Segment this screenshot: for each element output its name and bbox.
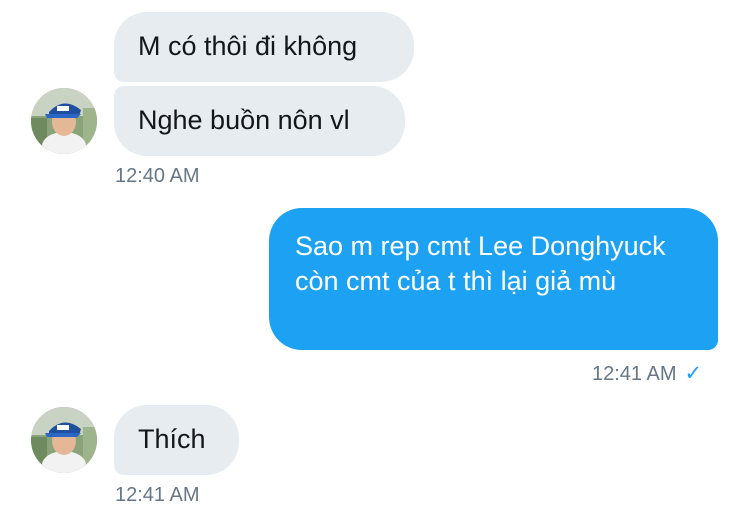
- incoming-message-bubble[interactable]: Thích: [114, 405, 239, 475]
- avatar-photo: [31, 88, 97, 154]
- conversation-view: M có thôi đi không Nghe buồn nôn vl 12:4…: [0, 0, 750, 512]
- sender-avatar[interactable]: [31, 88, 97, 154]
- avatar-photo: [31, 407, 97, 473]
- incoming-message-bubble[interactable]: M có thôi đi không: [114, 12, 414, 82]
- message-timestamp: 12:41 AM: [115, 484, 200, 506]
- sender-avatar[interactable]: [31, 407, 97, 473]
- incoming-message-bubble[interactable]: Nghe buồn nôn vl: [114, 86, 405, 156]
- message-timestamp: 12:40 AM: [115, 165, 200, 187]
- outgoing-message-bubble[interactable]: Sao m rep cmt Lee Donghyuck còn cmt của …: [269, 208, 718, 350]
- checkmark-icon: ✓: [684, 362, 703, 385]
- message-timestamp: 12:41 AM: [592, 363, 677, 385]
- message-timestamp-row: 12:41 AM ✓: [592, 361, 702, 386]
